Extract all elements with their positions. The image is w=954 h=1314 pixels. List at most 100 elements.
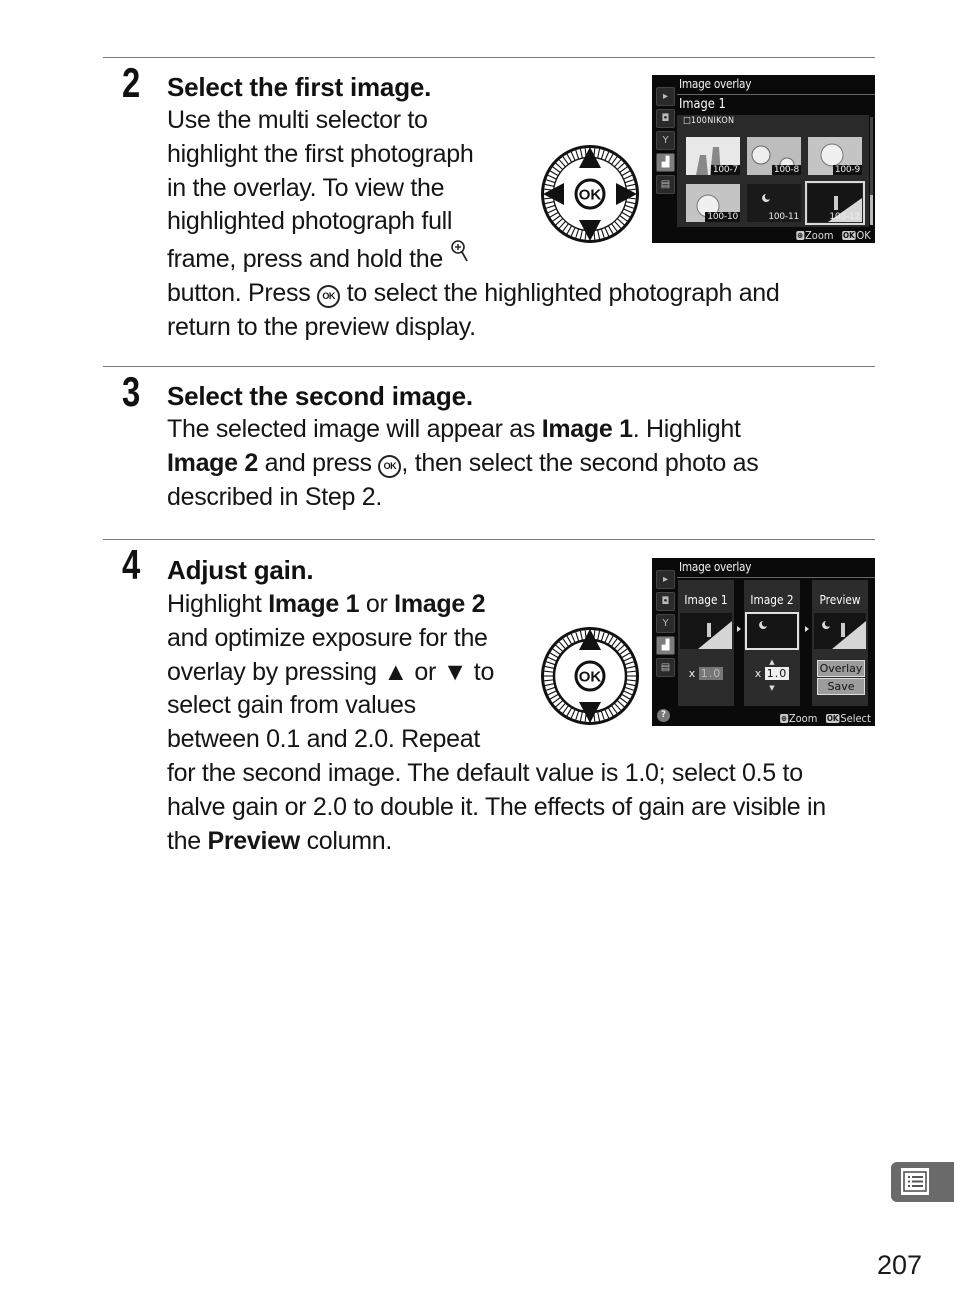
section-divider bbox=[103, 57, 875, 58]
emphasis: Image 1 bbox=[268, 590, 360, 618]
dial-ridge bbox=[626, 665, 636, 669]
dial-ridge bbox=[558, 159, 566, 167]
thumbnail[interactable]: 100-7 bbox=[686, 137, 740, 175]
preview-image bbox=[814, 613, 866, 649]
photo-icon bbox=[680, 613, 732, 649]
dial-ridge bbox=[562, 223, 569, 232]
dial-ridge bbox=[546, 179, 555, 184]
column-label: Image 2 bbox=[750, 593, 794, 607]
step-title: Select the first image. bbox=[167, 72, 432, 102]
thumbnail-selected[interactable]: 100-12 bbox=[805, 181, 865, 225]
dial-ridge bbox=[555, 700, 563, 708]
step-3-instructions: The selected image will appear as Image … bbox=[167, 413, 759, 514]
dial-ridge bbox=[619, 215, 628, 222]
dial-ridge bbox=[558, 703, 566, 711]
dial-ridge bbox=[562, 638, 569, 647]
arrow-right-icon bbox=[805, 626, 809, 632]
dial-ridge bbox=[570, 709, 576, 719]
step-number: 2 bbox=[122, 59, 141, 106]
dial-ridge bbox=[623, 656, 633, 662]
menu-guide-tab[interactable] bbox=[891, 1162, 954, 1202]
step-title: Adjust gain. bbox=[167, 555, 314, 585]
section-divider bbox=[103, 366, 875, 367]
text: overlay by pressing bbox=[167, 657, 384, 686]
image1-gain[interactable]: x 1.0 bbox=[678, 667, 734, 680]
down-arrow-icon: ▼ bbox=[442, 657, 468, 686]
emphasis: Image 1 bbox=[541, 415, 633, 443]
ok-badge-icon: OK bbox=[842, 231, 856, 240]
dial-ridge bbox=[611, 705, 618, 714]
scrollbar-thumb[interactable] bbox=[870, 195, 873, 225]
image2-gain[interactable]: x 1.0 bbox=[744, 667, 800, 680]
gain-prefix: x bbox=[688, 667, 696, 680]
dial-ridge bbox=[621, 170, 631, 176]
arrow-right-icon bbox=[737, 626, 741, 632]
emphasis: Preview bbox=[207, 826, 301, 855]
dial-ridge bbox=[566, 225, 572, 235]
dial-ridge bbox=[611, 223, 618, 232]
text-line: between 0.1 and 2.0. Repeat bbox=[167, 725, 480, 754]
overlay-button[interactable]: Overlay bbox=[817, 660, 865, 677]
dial-ridge bbox=[544, 679, 554, 682]
thumbnail[interactable]: 100-10 bbox=[686, 184, 740, 222]
text: frame, press and hold the bbox=[167, 245, 443, 274]
step-number: 4 bbox=[122, 541, 141, 588]
dial-ridge bbox=[547, 208, 557, 214]
dial-ridge bbox=[597, 148, 601, 158]
text-line: for the second image. The default value … bbox=[167, 758, 803, 787]
footer-select-label: Select bbox=[840, 712, 871, 725]
thumbnail-label: 100-9 bbox=[832, 165, 862, 175]
ok-button-icon: OK bbox=[378, 454, 402, 478]
dial-ridge bbox=[575, 229, 580, 238]
page-number: 207 bbox=[877, 1250, 923, 1280]
text: or bbox=[407, 657, 443, 686]
dial-ridge bbox=[575, 711, 580, 720]
gain-up-icon[interactable]: ▲ bbox=[744, 658, 800, 666]
help-icon[interactable]: ? bbox=[657, 709, 670, 722]
dial-ridge bbox=[546, 686, 555, 691]
text: button. Press bbox=[167, 278, 311, 307]
dial-ridge bbox=[600, 711, 605, 720]
dial-ridge bbox=[614, 159, 622, 167]
dial-ridge bbox=[570, 227, 576, 237]
dial-ridge bbox=[619, 697, 628, 704]
dial-ridge bbox=[611, 156, 618, 165]
dial-ridge bbox=[626, 683, 636, 687]
image1-preview bbox=[680, 613, 732, 649]
thumbnail[interactable]: 100-8 bbox=[747, 137, 801, 175]
text-line: frame, press and hold the bbox=[167, 239, 780, 277]
dial-ridge bbox=[579, 230, 583, 240]
thumbnail[interactable]: 100-11 bbox=[747, 184, 801, 222]
dial-ridge bbox=[549, 694, 559, 700]
dial-ridge bbox=[552, 697, 561, 704]
recent-settings-icon: ▤ bbox=[656, 175, 675, 194]
dial-ridge bbox=[549, 170, 559, 176]
shooting-menu-icon: ◘ bbox=[656, 109, 675, 128]
thumbnail[interactable]: 100-9 bbox=[808, 137, 862, 175]
image2-column[interactable]: Image 2 ▲ x 1.0 ▼ bbox=[744, 580, 800, 706]
dial-ridge bbox=[604, 227, 610, 237]
dial-ridge bbox=[621, 652, 631, 658]
image1-column[interactable]: Image 1 x 1.0 bbox=[678, 580, 734, 706]
section-divider bbox=[103, 539, 875, 540]
multi-selector-icon: OK bbox=[541, 627, 639, 725]
dial-ridge bbox=[547, 690, 557, 696]
screen-title: Image overlay bbox=[679, 77, 752, 91]
save-button[interactable]: Save bbox=[817, 678, 865, 695]
text-line: the Preview column. bbox=[167, 825, 826, 859]
dial-ridge bbox=[617, 644, 625, 652]
dial-ridge bbox=[626, 670, 636, 673]
dial-ridge bbox=[608, 153, 614, 163]
scrollbar[interactable] bbox=[870, 117, 873, 225]
text: to select the highlighted photograph and bbox=[346, 278, 780, 307]
gain-down-icon[interactable]: ▼ bbox=[744, 684, 800, 692]
dial-ridge bbox=[619, 648, 628, 655]
dial-ridge bbox=[617, 700, 625, 708]
dial-ridge bbox=[597, 630, 601, 640]
dial-ridge bbox=[625, 661, 634, 666]
title-divider bbox=[677, 577, 875, 578]
dial-ridge bbox=[570, 633, 576, 643]
dial-ridge bbox=[614, 221, 622, 229]
thumbnail-label: 100-10 bbox=[705, 212, 740, 222]
dial-ridge bbox=[621, 694, 631, 700]
